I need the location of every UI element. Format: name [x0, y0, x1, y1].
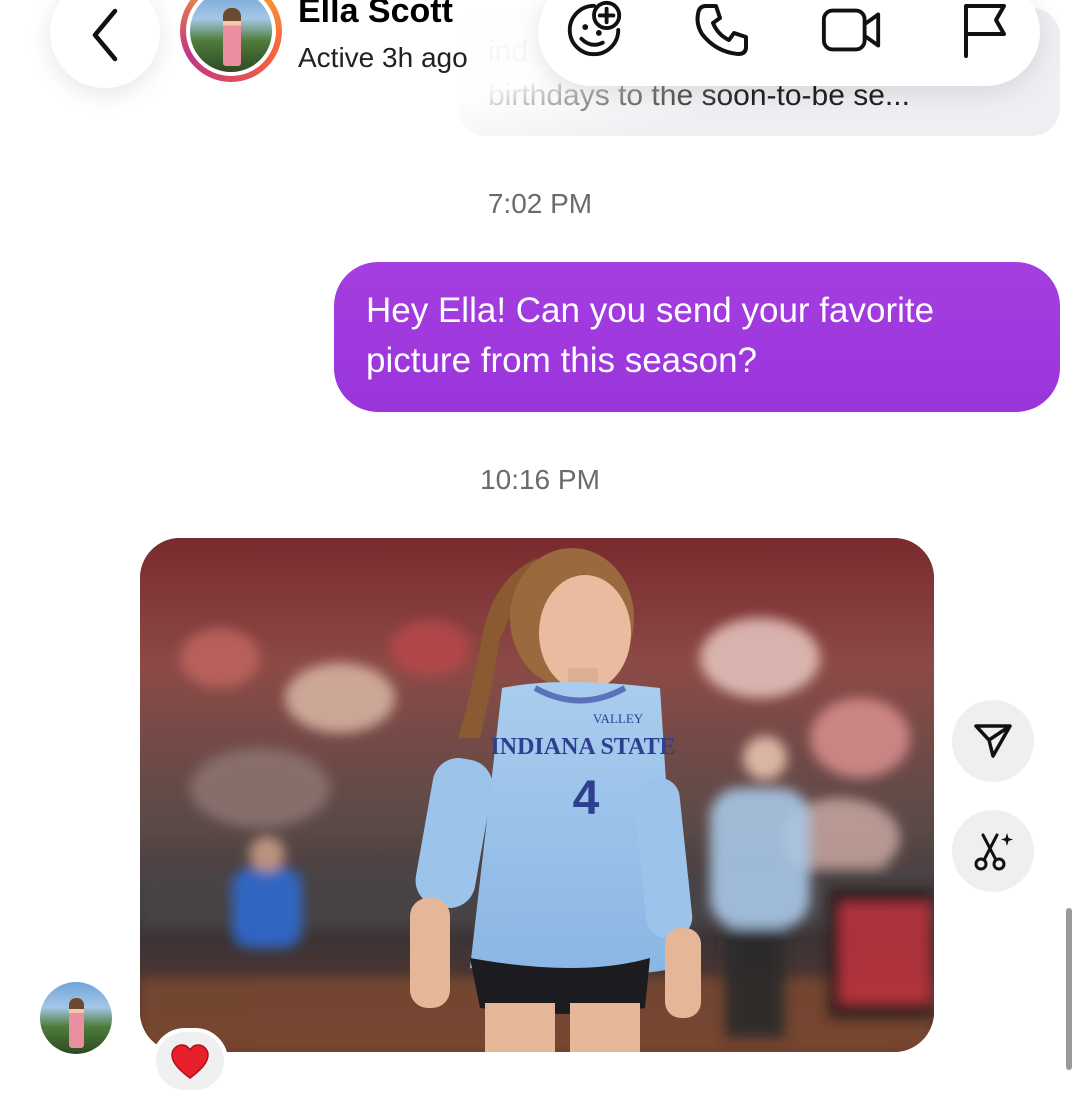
- audio-call-button[interactable]: [690, 0, 754, 62]
- scissors-sparkle-icon: [974, 833, 1013, 871]
- report-button[interactable]: [952, 0, 1016, 62]
- flag-icon: [964, 4, 1006, 58]
- message-timestamp: 10:16 PM: [480, 464, 600, 495]
- jersey-team-text: INDIANA STATE: [490, 734, 675, 760]
- sent-message-bubble[interactable]: Hey Ella! Can you send your favorite pic…: [334, 262, 1060, 412]
- jersey-number-text: 4: [573, 772, 600, 825]
- header-actions-bar: [538, 0, 1040, 86]
- message-timestamp: 7:02 PM: [487, 188, 593, 219]
- chevron-left-icon: [92, 8, 118, 62]
- video-camera-icon: [821, 8, 881, 52]
- message-reaction[interactable]: [152, 1028, 228, 1094]
- heart-icon: [171, 1044, 209, 1079]
- received-photo-message[interactable]: VALLEY INDIANA STATE 4: [140, 538, 934, 1052]
- contact-avatar-photo: [190, 0, 272, 72]
- remix-photo-button[interactable]: [952, 810, 1034, 892]
- add-sticker-button[interactable]: [562, 0, 626, 62]
- contact-active-status: Active 3h ago: [298, 42, 468, 73]
- sticker-plus-icon: [567, 0, 622, 57]
- send-icon: [974, 724, 1012, 758]
- volleyball-player-photo: VALLEY INDIANA STATE 4: [140, 538, 934, 1052]
- share-photo-button[interactable]: [952, 700, 1034, 782]
- scrollbar[interactable]: [1066, 908, 1072, 1070]
- video-call-button[interactable]: [820, 0, 884, 62]
- contact-name[interactable]: Ella Scott: [298, 0, 453, 31]
- sender-avatar[interactable]: [40, 982, 112, 1054]
- sent-message-text: Hey Ella! Can you send your favorite pic…: [366, 291, 935, 380]
- phone-icon: [695, 4, 748, 56]
- jersey-top-text: VALLEY: [593, 711, 644, 726]
